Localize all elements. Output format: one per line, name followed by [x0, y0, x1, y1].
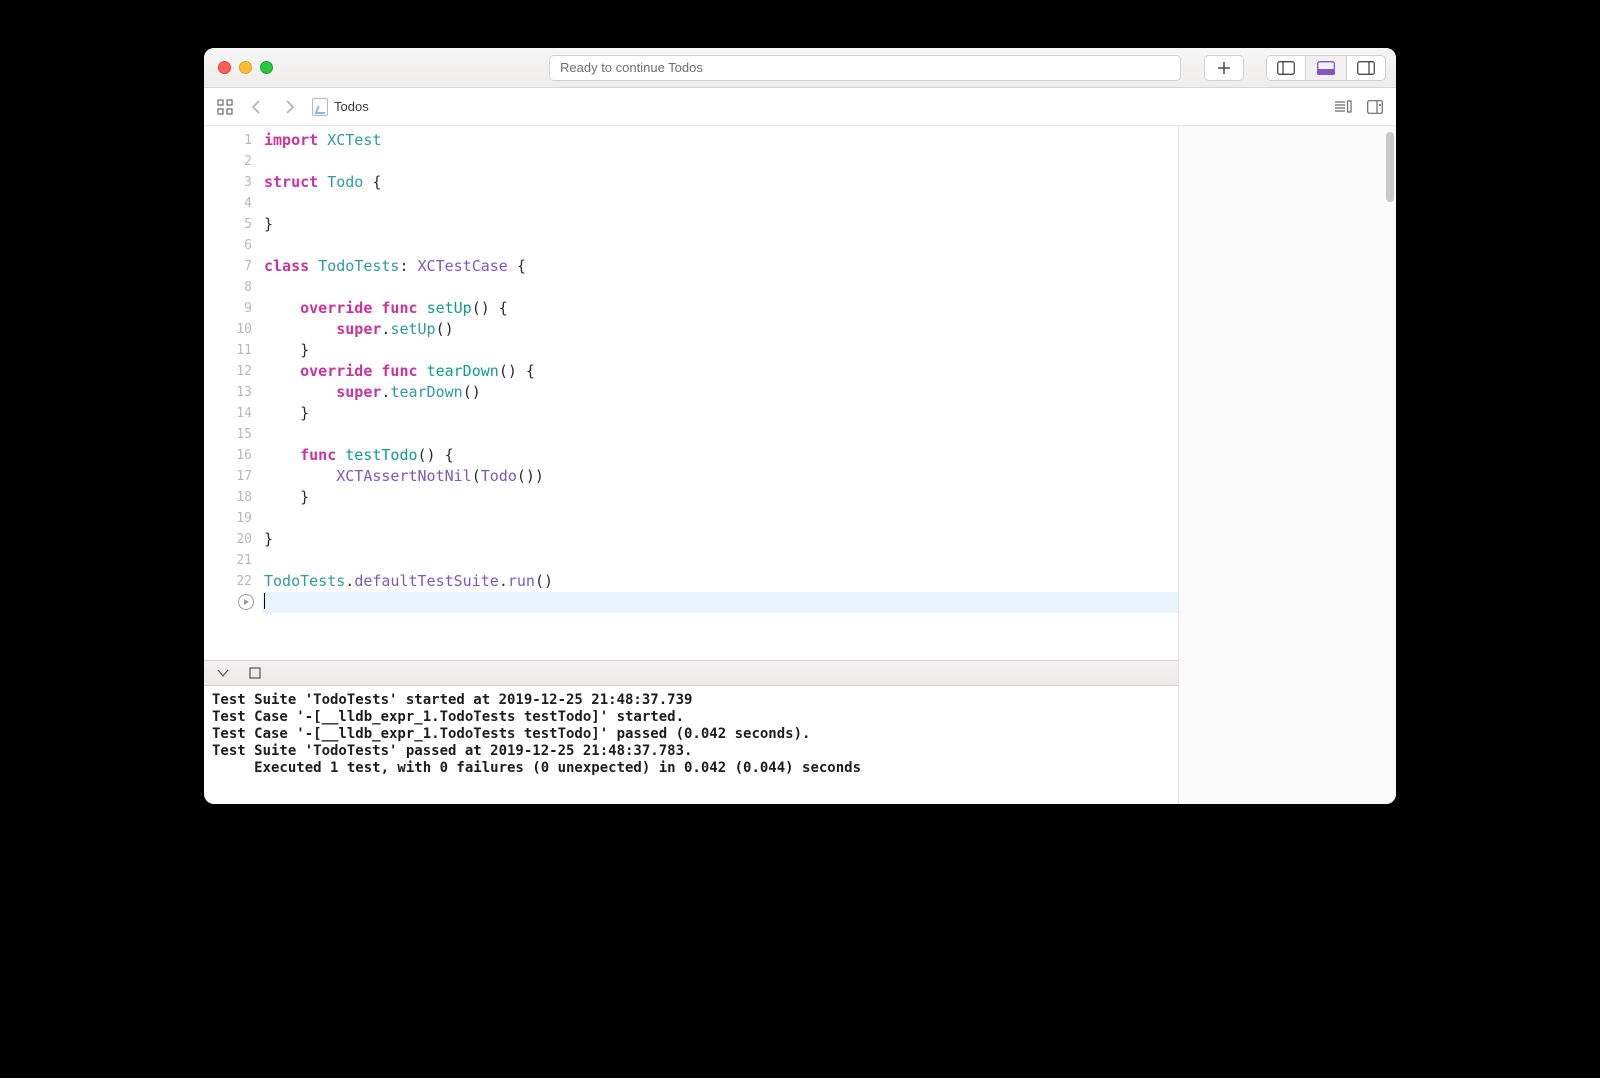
code-line[interactable]: super.setUp() [262, 319, 1178, 340]
code-line[interactable] [262, 508, 1178, 529]
minimize-icon[interactable] [239, 61, 252, 74]
scrollbar-thumb[interactable] [1386, 132, 1394, 202]
code-line[interactable]: super.tearDown() [262, 382, 1178, 403]
status-field: Ready to continue Todos [549, 55, 1181, 81]
code-line[interactable]: func testTodo() { [262, 445, 1178, 466]
forward-button[interactable] [276, 94, 302, 120]
xcode-playground-window: Ready to continue Todos [204, 48, 1396, 804]
toggle-right-panel-button[interactable] [1346, 55, 1386, 81]
code-line[interactable]: } [262, 403, 1178, 424]
code-line[interactable] [262, 151, 1178, 172]
results-sidebar [1178, 126, 1396, 804]
related-items-button[interactable] [212, 94, 238, 120]
code-line[interactable]: class TodoTests: XCTestCase { [262, 256, 1178, 277]
run-line-button[interactable] [238, 594, 254, 610]
code-line[interactable] [262, 277, 1178, 298]
swift-file-icon [312, 98, 328, 116]
minimap-toggle-button[interactable] [1330, 94, 1356, 120]
code-area[interactable]: import XCTest struct Todo {} class TodoTes… [262, 126, 1178, 660]
code-line[interactable]: import XCTest [262, 130, 1178, 151]
zoom-icon[interactable] [260, 61, 273, 74]
main-area: 12345678910111213141516171819202122 impo… [204, 126, 1396, 804]
code-line[interactable] [262, 193, 1178, 214]
breadcrumb[interactable]: Todos [312, 98, 369, 116]
code-line[interactable]: override func tearDown() { [262, 361, 1178, 382]
status-text: Ready to continue Todos [560, 60, 703, 75]
debug-dropdown-button[interactable] [214, 664, 232, 682]
stop-button[interactable] [246, 664, 264, 682]
window-controls [218, 61, 273, 74]
code-line[interactable]: struct Todo { [262, 172, 1178, 193]
breadcrumb-file: Todos [334, 99, 369, 114]
console-toolbar [204, 660, 1178, 686]
code-line[interactable]: } [262, 529, 1178, 550]
debug-console[interactable]: Test Suite 'TodoTests' started at 2019-1… [204, 686, 1178, 804]
titlebar: Ready to continue Todos [204, 48, 1396, 88]
panel-toggle-group [1266, 55, 1386, 81]
code-line[interactable] [262, 235, 1178, 256]
toggle-bottom-panel-button[interactable] [1306, 55, 1346, 81]
code-line-current[interactable] [262, 592, 1178, 613]
back-button[interactable] [244, 94, 270, 120]
line-gutter: 12345678910111213141516171819202122 [204, 126, 262, 660]
code-editor[interactable]: 12345678910111213141516171819202122 impo… [204, 126, 1178, 660]
code-line[interactable] [262, 550, 1178, 571]
close-icon[interactable] [218, 61, 231, 74]
code-line[interactable] [262, 424, 1178, 445]
code-line[interactable]: XCTAssertNotNil(Todo()) [262, 466, 1178, 487]
add-button[interactable] [1204, 55, 1244, 81]
adjust-editor-button[interactable] [1362, 94, 1388, 120]
jump-bar: Todos [204, 88, 1396, 126]
code-line[interactable]: } [262, 487, 1178, 508]
code-line[interactable]: } [262, 214, 1178, 235]
code-line[interactable]: TodoTests.defaultTestSuite.run() [262, 571, 1178, 592]
code-line[interactable]: } [262, 340, 1178, 361]
toggle-left-panel-button[interactable] [1266, 55, 1306, 81]
code-line[interactable]: override func setUp() { [262, 298, 1178, 319]
